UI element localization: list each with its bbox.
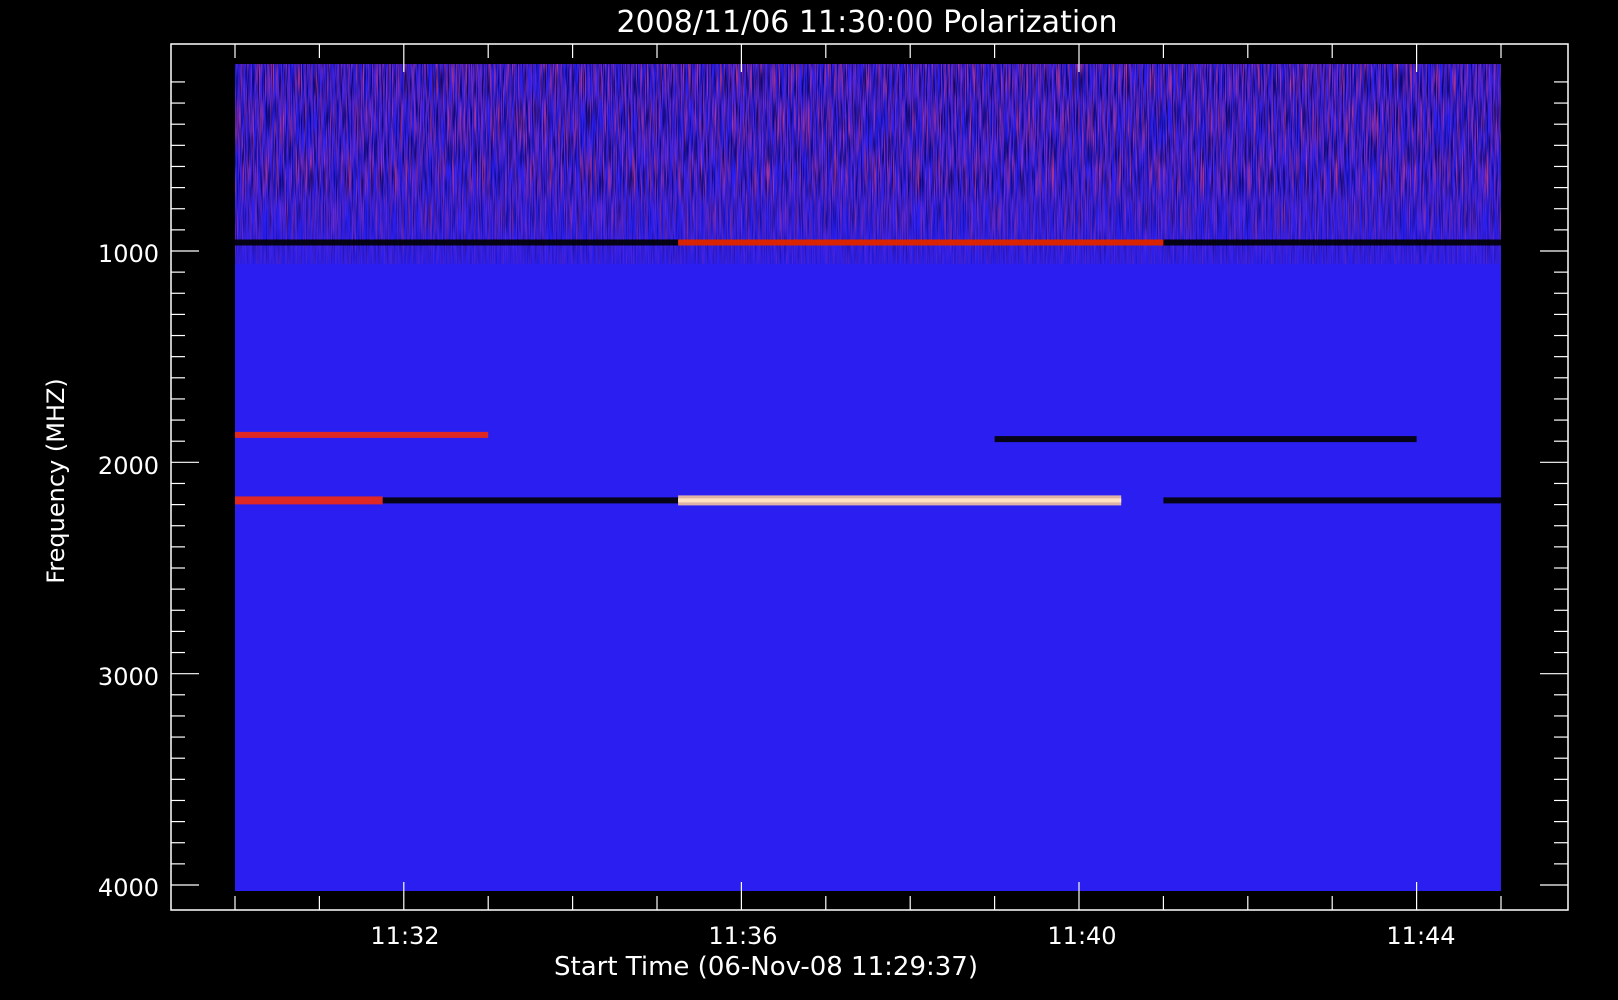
heatmap-image — [235, 64, 1501, 891]
y-tick-label-1000: 1000 — [98, 240, 159, 268]
y-tick-label-4000: 4000 — [98, 874, 159, 902]
x-tick-label-1140: 11:40 — [1047, 922, 1116, 950]
feature-band-4 — [235, 496, 383, 505]
x-axis-label: Start Time (06-Nov-08 11:29:37) — [554, 952, 978, 982]
chart-title: 2008/11/06 11:30:00 Polarization — [616, 5, 1117, 40]
feature-band-core-6 — [678, 498, 1122, 503]
x-tick-label-1132: 11:32 — [370, 922, 439, 950]
x-tick-label-1136: 11:36 — [708, 922, 777, 950]
feature-band-1 — [678, 239, 1164, 246]
feature-band-3 — [994, 436, 1417, 443]
feature-band-2 — [235, 431, 489, 438]
feature-band-7 — [1163, 497, 1501, 504]
y-axis-label: Frequency (MHZ) — [42, 378, 70, 584]
heatmap-noise-low — [235, 64, 1501, 264]
y-tick-label-3000: 3000 — [98, 663, 159, 691]
y-tick-label-2000: 2000 — [98, 452, 159, 480]
x-tick-label-1144: 11:44 — [1386, 922, 1455, 950]
chart: 2008/11/06 11:30:00 Polarization 1000 20… — [42, 5, 1569, 982]
feature-band-5 — [382, 497, 679, 504]
